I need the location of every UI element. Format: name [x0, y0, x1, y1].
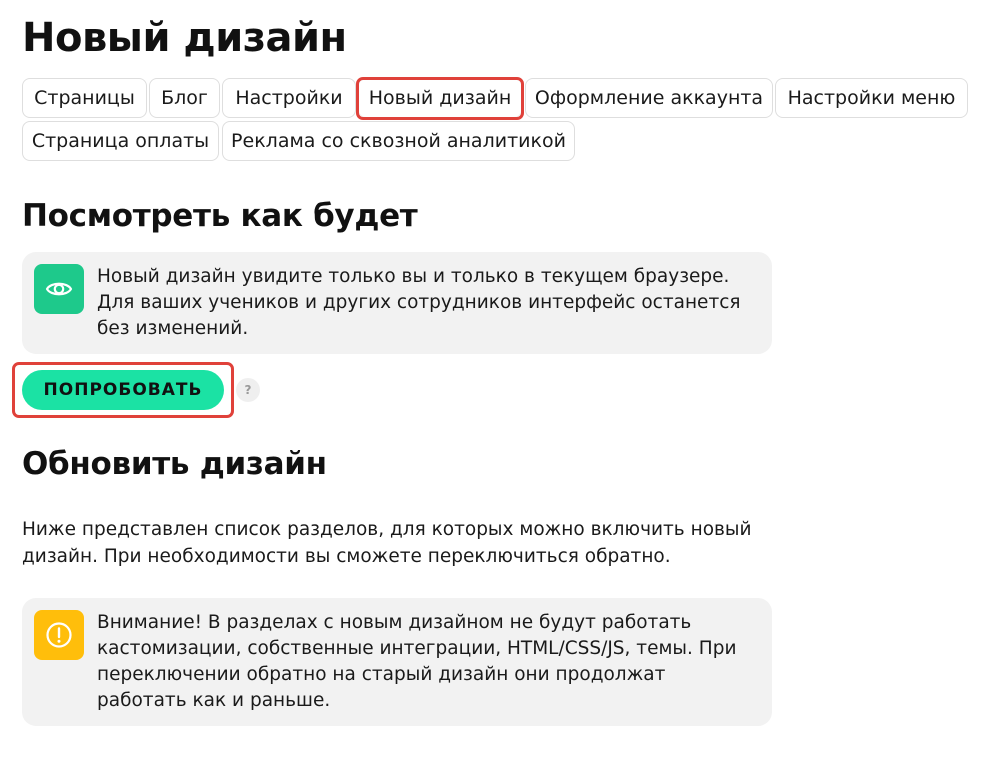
update-description: Ниже представлен список разделов, для ко… [22, 519, 752, 567]
page-title: Новый дизайн [22, 15, 347, 61]
update-section-title: Обновить дизайн [22, 446, 327, 482]
tab-new-design[interactable]: Новый дизайн [358, 78, 522, 118]
tab-account-appearance[interactable]: Оформление аккаунта [525, 78, 773, 118]
help-icon[interactable]: ? [236, 378, 260, 402]
preview-info-text: Новый дизайн увидите только вы и только … [97, 266, 741, 339]
try-button[interactable]: ПОПРОБОВАТЬ [22, 370, 224, 410]
warning-box: Внимание! В разделах с новым дизайном не… [22, 598, 772, 726]
warning-icon [34, 610, 84, 660]
tab-menu-settings[interactable]: Настройки меню [775, 78, 968, 118]
tab-blog[interactable]: Блог [149, 78, 220, 118]
tab-analytics-ads[interactable]: Реклама со сквозной аналитикой [222, 121, 575, 161]
tab-payment-page[interactable]: Страница оплаты [22, 121, 219, 161]
tab-settings[interactable]: Настройки [222, 78, 356, 118]
eye-icon [34, 264, 84, 314]
warning-text: Внимание! В разделах с новым дизайном не… [97, 612, 737, 711]
tab-pages[interactable]: Страницы [22, 78, 147, 118]
preview-info-box: Новый дизайн увидите только вы и только … [22, 252, 772, 354]
preview-section-title: Посмотреть как будет [22, 198, 418, 234]
